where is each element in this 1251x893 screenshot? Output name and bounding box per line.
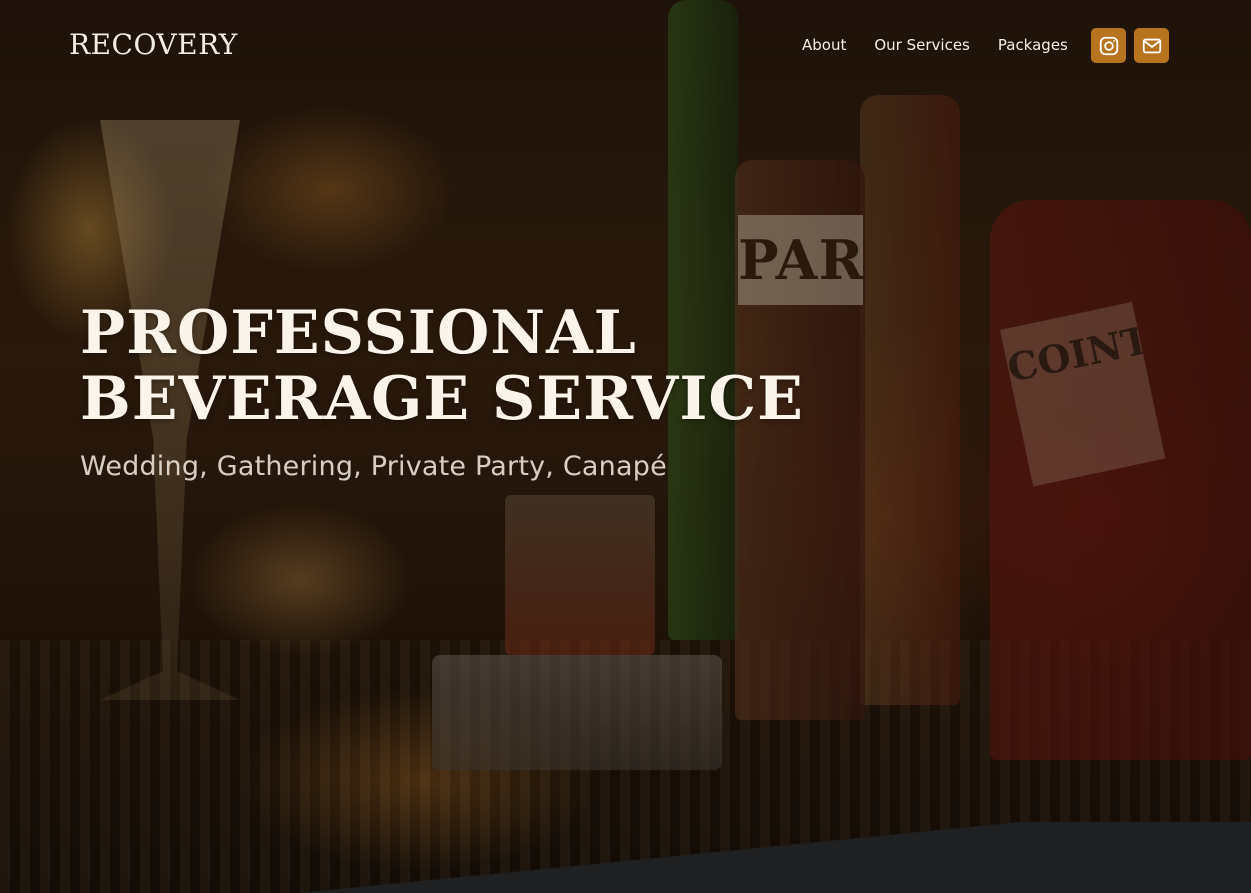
site-logo[interactable]: RECOVERY bbox=[69, 27, 238, 63]
hero-text-block: PROFESSIONAL BEVERAGE SERVICE Wedding, G… bbox=[80, 298, 804, 484]
nav-link-about[interactable]: About bbox=[802, 34, 846, 56]
hero-subheadline: Wedding, Gathering, Private Party, Canap… bbox=[80, 451, 667, 482]
top-navigation: RECOVERY About Our Services Packages bbox=[0, 0, 1251, 90]
hero-headline: PROFESSIONAL BEVERAGE SERVICE bbox=[80, 298, 804, 434]
nav-links: About Our Services Packages bbox=[802, 34, 1068, 56]
email-button[interactable] bbox=[1134, 28, 1169, 63]
instagram-icon bbox=[1099, 36, 1118, 55]
hero-section: PARI COINTREAU RECOVERY About Our Servic… bbox=[0, 0, 1251, 893]
nav-link-our-services[interactable]: Our Services bbox=[874, 34, 970, 56]
nav-link-packages[interactable]: Packages bbox=[998, 34, 1068, 56]
hero-headline-line-1: PROFESSIONAL bbox=[80, 298, 637, 368]
instagram-button[interactable] bbox=[1091, 28, 1126, 63]
hero-headline-line-2: BEVERAGE SERVICE bbox=[80, 364, 804, 434]
mail-icon bbox=[1142, 38, 1161, 53]
